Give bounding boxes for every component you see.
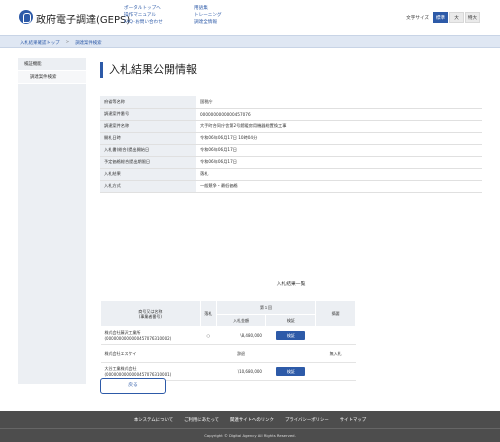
info-row: 開札日時 令和06年06月17日 10時04分 xyxy=(100,132,482,145)
case-info-table: 府省等名称 国税庁 調達案件番号 0000000000000457076 調達案件名称大… xyxy=(100,96,482,193)
font-size-xlarge-button[interactable]: 特大 xyxy=(465,12,480,23)
info-value: 一般競争・最低価格 xyxy=(196,180,482,193)
info-label: 入札方式 xyxy=(100,180,196,193)
bidder-cell: 株式会社エスケイ xyxy=(100,344,201,363)
info-row: 予定価格総合提出期限日 令和06年06月17日 xyxy=(100,156,482,169)
info-value: 0000000000000457076 xyxy=(196,108,482,121)
breadcrumb: 入札結果確認トップ > 調達案件検索 xyxy=(20,40,102,46)
info-label: 調達案件名称 xyxy=(100,120,196,133)
page-title: 入札結果公開情報 xyxy=(100,62,197,78)
header-links-primary: ポータルトップへ 操作マニュアル FAQ･お問い合わせ xyxy=(124,5,163,26)
info-row: 調達案件番号 0000000000000457076 xyxy=(100,108,482,121)
font-size-large-button[interactable]: 大 xyxy=(449,12,464,23)
info-label: 入札書(総合)提出開始日 xyxy=(100,144,196,157)
result-row: 株式会社エスケイ 辞退 無入札 xyxy=(100,344,356,363)
footer-links: 本システムについて ご利用にあたって 関連サイトへのリンク プライバシーポリシー サイト… xyxy=(0,417,500,423)
site-header: 政府電子調達(GEPS) ポータルトップへ 操作マニュアル FAQ･お問い合わせ… xyxy=(0,0,500,35)
geps-logo-icon[interactable] xyxy=(19,10,33,24)
remarks-cell xyxy=(315,362,356,381)
site-footer: 本システムについて ご利用にあたって 関連サイトへのリンク プライバシーポリシー サイト… xyxy=(0,411,500,442)
remarks-cell xyxy=(315,326,356,345)
info-row: 入札書(総合)提出開始日 令和06年06月17日 xyxy=(100,144,482,157)
verify-cell xyxy=(265,344,316,363)
sidebar-item-case-search[interactable]: 調達案件検索 xyxy=(18,71,86,84)
breadcrumb-item-search[interactable]: 調達案件検索 xyxy=(75,40,101,46)
remarks-cell: 無入札 xyxy=(315,344,356,363)
font-size-standard-button[interactable]: 標準 xyxy=(433,12,448,23)
bidder-number: (0000000000000457076310001) xyxy=(104,371,172,377)
info-row: 調達案件名称 大手町合同庁舎第2号館暖房用機器総置換工事 xyxy=(100,120,482,133)
back-button[interactable]: 戻る xyxy=(100,378,166,394)
link-portal-top[interactable]: ポータルトップへ xyxy=(124,5,163,12)
col-header-award: 落札 xyxy=(199,300,217,327)
col-header-verify: 検証 xyxy=(265,314,317,327)
verify-cell: 検証 xyxy=(265,362,316,381)
font-size-label: 文字サイズ xyxy=(406,15,429,21)
link-procurement-info[interactable]: 調達全情報 xyxy=(194,19,222,26)
info-value: 国税庁 xyxy=(196,96,482,109)
info-row: 入札方式 一般競争・最低価格 xyxy=(100,180,482,193)
info-value: 落札 xyxy=(196,168,482,181)
col-header-remarks: 摘要 xyxy=(315,300,356,327)
link-faq[interactable]: FAQ･お問い合わせ xyxy=(124,19,163,26)
footer-link[interactable]: 本システムについて xyxy=(134,417,173,423)
bid-amount: 辞退 xyxy=(216,344,266,363)
award-mark xyxy=(200,344,217,363)
header-links-secondary: 用語集 トレーニング 調達全情報 xyxy=(194,5,222,26)
col-header-round: 第１回 xyxy=(215,300,317,315)
bidder-name: 株式会社エスケイ xyxy=(104,350,137,356)
bid-amount: \10,680,000 xyxy=(216,362,266,381)
info-label: 入札結果 xyxy=(100,168,196,181)
sidebar-item-verify[interactable]: 検証機能 xyxy=(18,58,86,71)
breadcrumb-bar: 入札結果確認トップ > 調達案件検索 xyxy=(0,35,500,48)
info-row: 府省等名称 国税庁 xyxy=(100,96,482,109)
info-label: 予定価格総合提出期限日 xyxy=(100,156,196,169)
info-value: 大手町合同庁舎第2号館暖房用機器総置換工事 xyxy=(196,120,482,133)
results-title: 入札結果一覧 xyxy=(276,282,306,287)
col-header-bidder: 商号又は名称 (事業者番号) xyxy=(100,300,201,327)
link-manual[interactable]: 操作マニュアル xyxy=(124,12,163,19)
link-glossary[interactable]: 用語集 xyxy=(194,5,222,12)
verify-button[interactable]: 検証 xyxy=(276,367,306,376)
bidder-number: (0000000000000457076310002) xyxy=(104,335,172,341)
info-value: 令和06年06月17日 xyxy=(196,144,482,157)
info-row: 入札結果 落札 xyxy=(100,168,482,181)
bid-amount: \8,480,000 xyxy=(216,326,266,345)
bidder-cell: 株式会社藤沢工業所 (0000000000000457076310002) xyxy=(100,326,201,345)
info-label: 府省等名称 xyxy=(100,96,196,109)
copyright: Copyright © Digital Agency All Rights Re… xyxy=(204,433,296,438)
award-mark: ○ xyxy=(200,326,217,345)
footer-divider xyxy=(0,428,500,429)
font-size-switcher: 文字サイズ 標準 大 特大 xyxy=(406,12,480,23)
site-title[interactable]: 政府電子調達(GEPS) xyxy=(36,11,130,26)
breadcrumb-item-top[interactable]: 入札結果確認トップ xyxy=(20,40,60,46)
award-mark xyxy=(200,362,217,381)
info-value: 令和06年06月17日 xyxy=(196,156,482,169)
info-value: 令和06年06月17日 10時04分 xyxy=(196,132,482,145)
verify-button[interactable]: 検証 xyxy=(276,331,306,340)
footer-link[interactable]: ご利用にあたって xyxy=(184,417,219,423)
footer-link[interactable]: プライバシーポリシー xyxy=(285,417,329,423)
info-label: 開札日時 xyxy=(100,132,196,145)
result-row: 株式会社藤沢工業所 (0000000000000457076310002) ○ \8,… xyxy=(100,326,356,345)
col-header-amount: 入札金額 xyxy=(215,314,267,327)
footer-link[interactable]: 関連サイトへのリンク xyxy=(230,417,274,423)
results-table: 商号又は名称 (事業者番号) 落札 第１回 摘要 入札金額 検証 株式会社藤沢工… xyxy=(100,300,356,381)
link-training[interactable]: トレーニング xyxy=(194,12,222,19)
info-label: 調達案件番号 xyxy=(100,108,196,121)
sidebar: 検証機能 調達案件検索 xyxy=(18,58,86,384)
footer-link[interactable]: サイトマップ xyxy=(340,417,366,423)
chevron-right-icon: > xyxy=(65,40,70,45)
verify-cell: 検証 xyxy=(265,326,316,345)
